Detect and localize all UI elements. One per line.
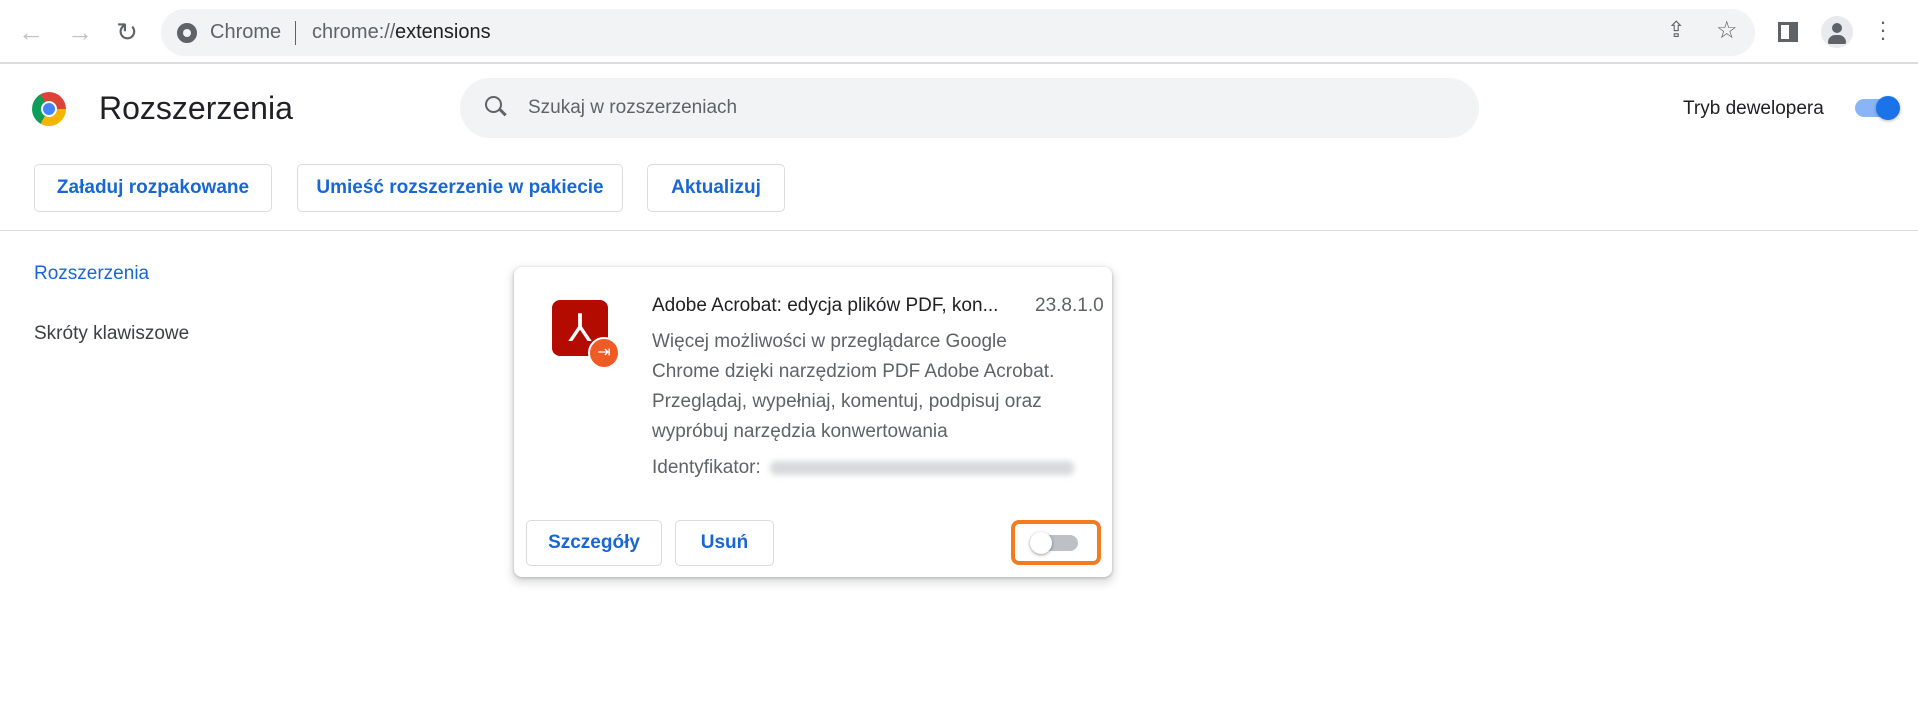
url-host: extensions [395,21,491,43]
extension-id-blurred [770,461,1074,475]
extension-name: Adobe Acrobat: edycja plików PDF, kon... [652,295,999,316]
dev-mode-label: Tryb dewelopera [1683,98,1824,119]
side-panel-icon[interactable] [1778,22,1798,42]
description-line: wypróbuj narzędzia konwertowania [652,421,948,442]
pack-extension-button[interactable]: Umieść rozszerzenie w pakiecie [297,164,623,212]
reload-icon[interactable]: ↻ [111,16,143,48]
load-unpacked-button[interactable]: Załaduj rozpakowane [34,164,272,212]
details-button[interactable]: Szczegóły [526,520,662,566]
description-line: Chrome dzięki narzędziom PDF Adobe Acrob… [652,361,1055,382]
menu-icon[interactable]: · · · [1877,11,1889,49]
extension-description: Więcej możliwości w przeglądarce Google … [652,327,1092,447]
profile-avatar-icon[interactable] [1821,16,1853,48]
search-placeholder: Szukaj w rozszerzeniach [528,97,738,118]
search-icon [485,96,507,116]
sidebar-item-extensions[interactable]: Rozszerzenia [34,263,149,285]
search-input[interactable]: Szukaj w rozszerzeniach [460,78,1479,138]
description-line: Więcej możliwości w przeglądarce Google [652,331,1007,352]
forward-icon[interactable]: → [64,16,96,48]
extension-version: 23.8.1.0 [1035,295,1104,316]
page-title: Rozszerzenia [99,90,293,126]
back-icon[interactable]: ← [15,16,47,48]
sidebar-item-shortcuts[interactable]: Skróty klawiszowe [34,323,189,345]
dev-mode-toggle[interactable] [1855,96,1900,120]
remove-button[interactable]: Usuń [675,520,774,566]
chrome-logo-icon [32,92,66,126]
separator [295,21,296,45]
extension-enable-toggle[interactable] [1030,532,1078,554]
header-divider [0,230,1918,231]
address-bar[interactable]: Chrome chrome:// extensions ⇪ ☆ [161,9,1755,56]
url-prefix: chrome:// [312,21,396,43]
acrobat-badge-icon: ⇥ [588,337,620,369]
omnibox-label: Chrome [210,21,282,43]
update-button[interactable]: Aktualizuj [647,164,785,212]
chrome-page-icon [177,23,197,43]
extension-card: ⅄ ⇥ Adobe Acrobat: edycja plików PDF, ko… [514,267,1112,577]
extension-id-label: Identyfikator: [652,457,761,478]
bookmark-star-icon[interactable]: ☆ [1716,16,1738,45]
browser-toolbar: ← → ↻ Chrome chrome:// extensions ⇪ ☆ · ·… [0,0,1918,64]
description-line: Przeglądaj, wypełniaj, komentuj, podpisu… [652,391,1042,412]
share-icon[interactable]: ⇪ [1667,17,1685,43]
